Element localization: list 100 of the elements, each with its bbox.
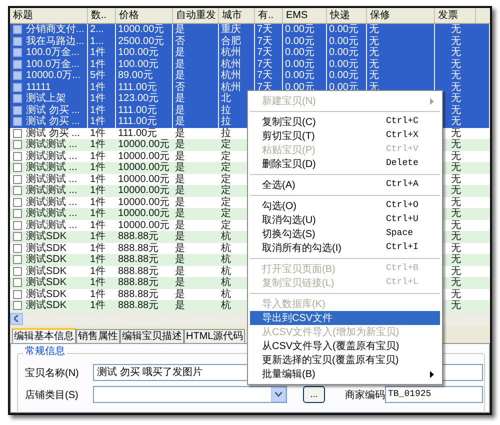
- table-cell-text: 10000.00元: [117, 150, 171, 162]
- table-cell-text: 1件: [89, 242, 107, 254]
- table-cell-text: 杭: [220, 277, 232, 288]
- table-cell-text: 无: [450, 277, 462, 288]
- table-cell-text: 定: [220, 162, 232, 174]
- group-title: 常规信息: [23, 346, 67, 358]
- table-cell-text: 888.88元: [117, 231, 160, 242]
- table-cell-text: 888.88元: [117, 266, 160, 277]
- table-cell-text: 定: [220, 174, 232, 184]
- table-cell-text: 无: [450, 266, 462, 277]
- table-cell-text: 111.00元: [117, 128, 158, 139]
- table-cell-text: 888.88元: [117, 288, 160, 300]
- table-cell-text: 1件: [89, 300, 107, 312]
- table-cell-text: 测试SDK: [25, 231, 68, 242]
- table-cell-text: 无: [450, 162, 462, 174]
- table-cell-text: 测试SDK: [25, 266, 68, 276]
- table-cell-text: 1件: [89, 196, 107, 208]
- table-cell-text: 定: [220, 185, 232, 196]
- table-cell-text: 无: [450, 150, 462, 162]
- table-cell-text: 是: [174, 220, 186, 231]
- table-cell-text: 杭: [220, 231, 232, 242]
- table-cell-text: 无: [450, 288, 462, 300]
- table-cell-text: 1件: [89, 139, 107, 150]
- table-cell-text: 1件: [89, 231, 107, 242]
- table-cell-text: 是: [174, 196, 186, 208]
- table-cell-text: 是: [174, 139, 186, 150]
- table-cell-text: 测试测试 ...: [25, 208, 78, 220]
- table-cell-text: 是: [174, 288, 186, 300]
- table-cell-text: 是: [174, 300, 186, 312]
- table-cell-text: 10000.00元: [117, 220, 171, 231]
- table-cell-text: 是: [174, 231, 186, 242]
- table-cell-text: 测试测试 ...: [25, 185, 78, 196]
- table-cell-text: 1件: [89, 208, 107, 220]
- table-cell-text: 无: [450, 220, 462, 231]
- table-cell-text: 1件: [89, 162, 107, 174]
- table-cell-text: 无: [450, 254, 462, 266]
- table-cell-text: 杭: [220, 242, 232, 254]
- table-cell-text: 1件: [89, 266, 107, 277]
- table-cell-text: 1件: [89, 220, 107, 231]
- table-cell-text: 1件: [89, 185, 107, 196]
- table-cell-text: 1件: [89, 150, 107, 162]
- table-cell-text: 1件: [89, 288, 107, 300]
- table-cell-text: 是: [174, 266, 186, 277]
- table-cell-text: 是: [174, 277, 186, 288]
- table-cell-text: 888.88元: [117, 300, 160, 312]
- table-cell-text: 无: [450, 300, 462, 312]
- table-cell-text: 杭: [220, 266, 232, 276]
- table-cell-text: 无: [450, 231, 462, 242]
- table-cell-text: 测试 勿买 ...: [25, 128, 81, 138]
- table-cell-text: 测试SDK: [25, 242, 68, 254]
- table-cell-text: 测试测试 ...: [25, 150, 78, 162]
- table-cell-text: 10000.00元: [117, 185, 171, 196]
- table-cell-text: 10000.00元: [117, 174, 171, 185]
- table-cell-text: 测试测试 ...: [25, 174, 78, 184]
- field-label: 店铺类目(S): [25, 390, 78, 402]
- table-cell-text: 无: [450, 208, 462, 220]
- table-cell-text: 无: [450, 242, 462, 254]
- table-cell-text: 测试测试 ...: [25, 196, 78, 208]
- table-cell-text: 测试SDK: [25, 288, 68, 300]
- table-cell-text: 10000.00元: [117, 162, 171, 174]
- table-cell-text: 1件: [89, 174, 107, 185]
- table-cell-text: 测试测试 ...: [25, 220, 78, 230]
- table-cell-text: 测试测试 ...: [25, 162, 78, 174]
- table-cell-text: 无: [450, 139, 462, 150]
- table-cell-text: 是: [174, 128, 186, 139]
- table-cell-text: 定: [220, 208, 232, 220]
- table-cell-text: 杭: [220, 288, 232, 300]
- field-label: 宝贝名称(N): [25, 368, 79, 380]
- table-cell-text: 测试SDK: [25, 300, 68, 312]
- table-cell-text: 是: [174, 242, 186, 254]
- table-cell-text: 888.88元: [117, 254, 160, 266]
- table-cell-text: 888.88元: [117, 242, 160, 254]
- table-cell-text: 无: [450, 185, 462, 196]
- table-cell-text: 无: [450, 174, 462, 185]
- table-cell-text: 定: [220, 139, 232, 150]
- table-cell-text: 定: [220, 220, 232, 230]
- table-cell-text: 杭: [220, 254, 232, 266]
- table-cell-text: 10000.00元: [117, 139, 171, 150]
- table-cell-text: 定: [220, 196, 232, 208]
- table-cell-text: 是: [174, 208, 186, 220]
- table-cell-text: 无: [450, 196, 462, 208]
- field-label: 商家编码: [345, 390, 385, 402]
- table-cell-text: 是: [174, 150, 186, 162]
- table-cell-text: 杭: [220, 300, 232, 312]
- table-cell-text: 1件: [89, 254, 107, 266]
- table-cell-text: 测试测试 ...: [25, 139, 78, 150]
- table-cell-text: 888.88元: [117, 277, 160, 288]
- table-cell-text: 拉: [220, 128, 232, 138]
- table-cell-text: 测试SDK: [25, 277, 68, 288]
- table-cell-text: 测试SDK: [25, 254, 68, 266]
- table-cell-text: 10000.00元: [117, 196, 171, 208]
- table-cell-text: 是: [174, 174, 186, 185]
- table-cell-text: 是: [174, 254, 186, 266]
- table-cell-text: 是: [174, 185, 186, 196]
- table-cell-text: 10000.00元: [117, 208, 171, 220]
- table-cell-text: 1件: [89, 128, 107, 139]
- table-cell-text: 1件: [89, 277, 107, 288]
- table-cell-text: 是: [174, 162, 186, 174]
- table-cell-text: 定: [220, 150, 232, 162]
- table-cell-text: 无: [450, 128, 462, 139]
